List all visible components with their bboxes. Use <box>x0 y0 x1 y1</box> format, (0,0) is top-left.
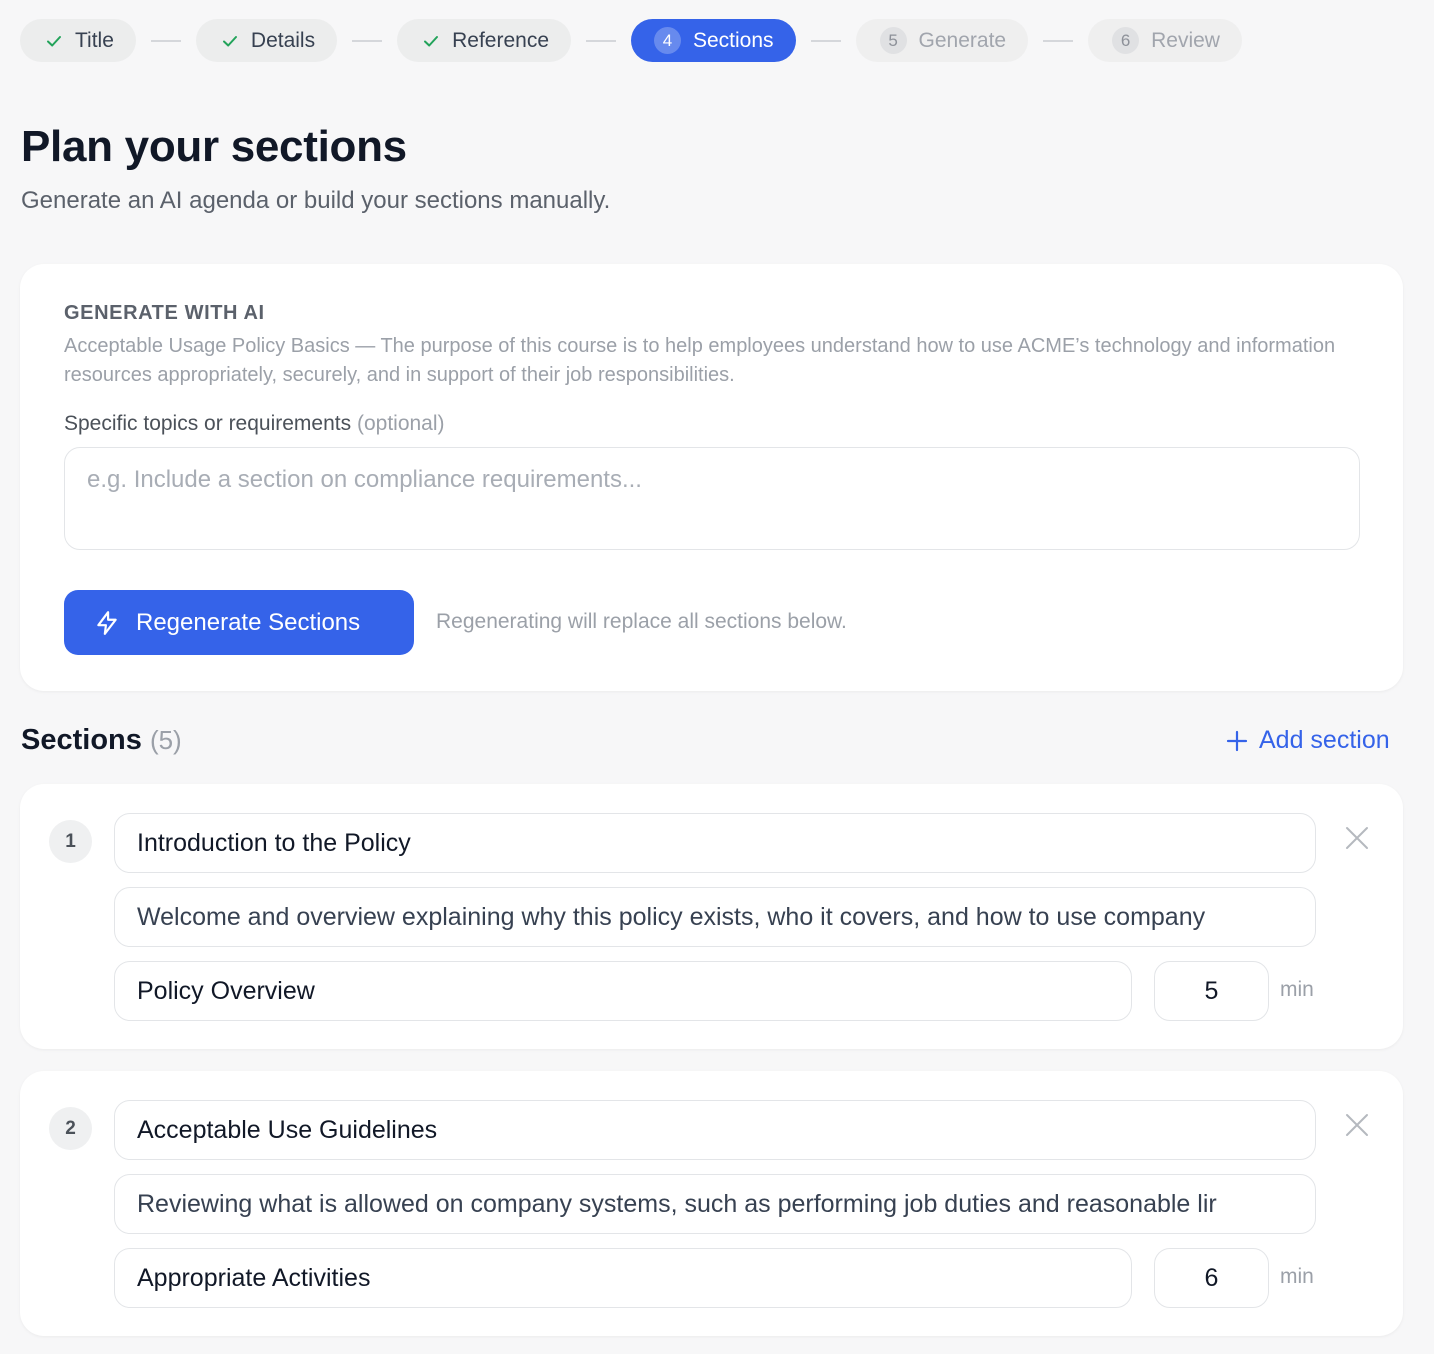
section-card: 1 Introduction to the Policy Welcome and… <box>20 784 1403 1049</box>
topics-label-text: Specific topics or requirements <box>64 412 352 435</box>
step-connector <box>352 39 383 42</box>
step-generate[interactable]: 5 Generate <box>855 19 1029 62</box>
regenerate-label: Regenerate Sections <box>136 608 361 636</box>
section-title-input[interactable]: Introduction to the Policy <box>114 813 1316 873</box>
step-label: Details <box>250 28 316 52</box>
step-label: Generate <box>918 28 1007 52</box>
step-details[interactable]: Details <box>195 19 338 62</box>
sections-heading: Sections (5) <box>21 724 182 757</box>
step-label: Sections <box>693 28 774 52</box>
add-section-label: Add section <box>1259 726 1390 754</box>
check-icon <box>44 31 64 51</box>
close-icon[interactable] <box>1343 824 1371 852</box>
check-icon <box>421 31 441 51</box>
section-topic-input[interactable]: Appropriate Activities <box>114 1248 1132 1308</box>
add-section-button[interactable]: Add section <box>1225 726 1390 755</box>
close-icon[interactable] <box>1343 1111 1371 1139</box>
section-description-input[interactable]: Reviewing what is allowed on company sys… <box>114 1174 1316 1234</box>
check-icon <box>220 31 240 51</box>
step-connector <box>150 39 181 42</box>
section-card: 2 Acceptable Use Guidelines Reviewing wh… <box>20 1071 1403 1336</box>
progress-stepper: Title Details Reference 4 Sections 5 Gen… <box>20 19 1242 62</box>
step-review[interactable]: 6 Review <box>1088 19 1242 62</box>
step-connector <box>1043 39 1074 42</box>
minutes-label: min <box>1280 978 1314 1001</box>
step-reference[interactable]: Reference <box>397 19 571 62</box>
step-label: Reference <box>452 28 549 52</box>
sections-title: Sections <box>21 724 142 756</box>
step-label: Review <box>1151 28 1220 52</box>
ai-panel-label: GENERATE WITH AI <box>64 302 265 324</box>
step-number: 6 <box>1112 27 1140 54</box>
regenerate-sections-button[interactable]: Regenerate Sections <box>64 590 414 655</box>
step-title[interactable]: Title <box>20 19 136 62</box>
step-number: 4 <box>654 27 681 54</box>
course-description: Acceptable Usage Policy Basics — The pur… <box>64 335 1336 386</box>
plus-icon <box>1226 730 1248 751</box>
step-number: 5 <box>879 27 907 54</box>
section-number: 1 <box>49 820 92 863</box>
section-number: 2 <box>49 1107 92 1150</box>
section-duration-input[interactable]: 6 <box>1154 1248 1269 1308</box>
topics-optional-text: (optional) <box>356 412 445 435</box>
section-title-input[interactable]: Acceptable Use Guidelines <box>114 1100 1316 1160</box>
page-title: Plan your sections <box>21 122 407 171</box>
lightning-icon <box>97 610 117 635</box>
page-subtitle: Generate an AI agenda or build your sect… <box>21 187 611 214</box>
topics-label: Specific topics or requirements (optiona… <box>64 412 445 436</box>
section-duration-input[interactable]: 5 <box>1154 961 1269 1021</box>
section-description-input[interactable]: Welcome and overview explaining why this… <box>114 887 1316 947</box>
topics-input[interactable] <box>64 447 1360 550</box>
minutes-label: min <box>1280 1265 1314 1288</box>
generate-ai-panel: GENERATE WITH AI Acceptable Usage Policy… <box>20 264 1403 691</box>
step-connector <box>586 39 616 42</box>
step-sections[interactable]: 4 Sections <box>631 19 796 62</box>
section-topic-input[interactable]: Policy Overview <box>114 961 1132 1021</box>
regenerate-note: Regenerating will replace all sections b… <box>436 610 847 633</box>
step-label: Title <box>75 28 114 52</box>
step-connector <box>810 39 841 42</box>
sections-count: (5) <box>149 725 182 755</box>
